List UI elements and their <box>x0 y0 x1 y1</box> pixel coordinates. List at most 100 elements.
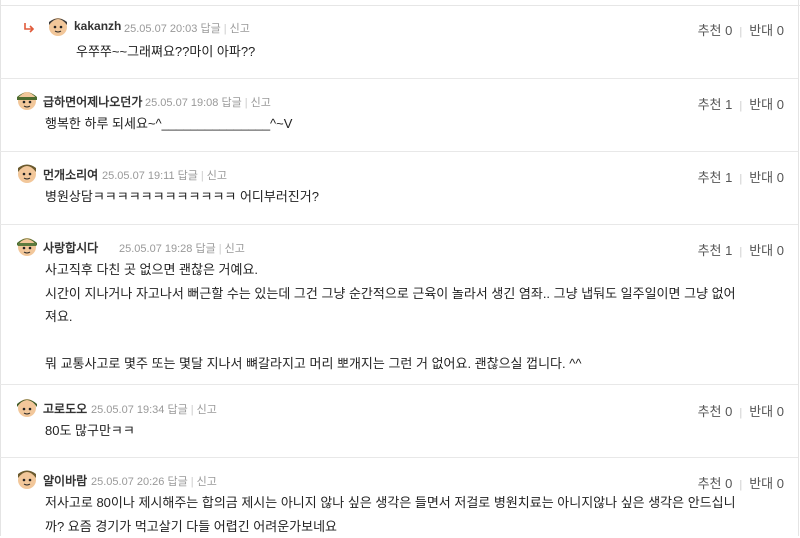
meta-divider: | <box>200 170 204 182</box>
meta-divider: | <box>190 476 194 488</box>
avatar <box>17 238 37 256</box>
upvote-count: 1 <box>725 170 733 185</box>
comment-author[interactable]: 급하면어제나오던가 <box>43 93 142 110</box>
avatar <box>17 92 37 110</box>
upvote-button[interactable]: 추천 1 <box>698 170 733 185</box>
reply-link[interactable]: 답글 <box>221 97 241 109</box>
downvote-label: 반대 <box>749 97 774 112</box>
comment-text: 사고직후 다친 곳 없으면 괜찮은 거예요. 시간이 지나거나 자고나서 뻐근할… <box>45 262 736 371</box>
report-link[interactable]: 신고 <box>197 404 217 416</box>
comment-divider <box>0 224 798 225</box>
upvote-button[interactable]: 추천 1 <box>698 243 733 258</box>
comment-author[interactable]: 얄이바람 <box>43 472 87 489</box>
comment-divider <box>0 384 798 385</box>
avatar <box>18 470 36 489</box>
vote-divider: | <box>739 407 743 419</box>
comment-item: 급하면어제나오던가 25.05.07 19:08 답글 | 신고 추천 1 | 반대 0… <box>0 88 798 150</box>
comment-divider <box>0 78 798 79</box>
downvote-label: 반대 <box>749 170 774 185</box>
comment-datetime: 25.05.07 19:11 <box>102 170 175 182</box>
avatar <box>17 399 37 417</box>
vote-divider: | <box>739 100 743 112</box>
report-link[interactable]: 신고 <box>251 97 271 109</box>
comment-author[interactable]: 먼개소리여 <box>43 166 98 183</box>
comment-author[interactable]: kakanzh <box>74 19 121 33</box>
report-link[interactable]: 신고 <box>197 476 217 488</box>
downvote-count: 0 <box>776 243 784 258</box>
meta-divider: | <box>190 404 194 416</box>
upvote-button[interactable]: 추천 0 <box>698 476 733 491</box>
downvote-button[interactable]: 반대 0 <box>749 97 784 112</box>
upvote-count: 1 <box>725 97 733 112</box>
comment-author[interactable]: 사랑합시다 <box>43 239 98 256</box>
report-link[interactable]: 신고 <box>207 170 227 182</box>
comment-meta: 25.05.07 20:26 답글 | 신고 <box>91 473 217 489</box>
downvote-button[interactable]: 반대 0 <box>749 23 784 38</box>
avatar <box>18 164 36 183</box>
meta-divider: | <box>223 23 227 35</box>
upvote-button[interactable]: 추천 0 <box>698 404 733 419</box>
reply-link[interactable]: 답글 <box>200 23 220 35</box>
comment-text: 저사고로 80이나 제시해주는 합의금 제시는 아니지 않나 싶은 생각은 들면… <box>45 495 736 534</box>
downvote-button[interactable]: 반대 0 <box>749 404 784 419</box>
comment-datetime: 25.05.07 19:08 <box>145 97 219 109</box>
reply-link[interactable]: 답글 <box>167 404 187 416</box>
downvote-count: 0 <box>776 97 784 112</box>
upvote-label: 추천 <box>697 404 722 419</box>
comment-item: 사랑합시다 25.05.07 19:28 답글 | 신고 추천 1 | 반대 0 사고직… <box>0 234 798 374</box>
comment-meta: 25.05.07 19:08 답글 | 신고 <box>145 94 271 110</box>
reply-link[interactable]: 답글 <box>178 170 198 182</box>
comment-datetime: 25.05.07 20:26 <box>91 476 165 488</box>
report-link[interactable]: 신고 <box>225 243 245 255</box>
avatar <box>49 18 67 36</box>
upvote-label: 추천 <box>697 476 722 491</box>
meta-divider: | <box>244 97 248 109</box>
upvote-label: 추천 <box>697 23 722 38</box>
report-link[interactable]: 신고 <box>230 23 250 35</box>
downvote-count: 0 <box>776 170 784 185</box>
vote-box: 추천 1 | 반대 0 <box>698 167 784 186</box>
comment-divider <box>0 457 798 458</box>
comment-meta: 25.05.07 19:28 답글 | 신고 <box>119 240 245 256</box>
upvote-label: 추천 <box>697 170 722 185</box>
upvote-label: 추천 <box>697 97 722 112</box>
upvote-count: 0 <box>725 23 733 38</box>
vote-box: 추천 0 | 반대 0 <box>698 473 784 492</box>
top-divider <box>0 5 800 6</box>
comment-author[interactable]: 고로도오 <box>43 400 87 417</box>
comment-datetime: 25.05.07 19:34 <box>91 404 165 416</box>
comment-item: 얄이바람 25.05.07 20:26 답글 | 신고 추천 0 | 반대 0 저사고로… <box>0 467 798 536</box>
right-border <box>798 0 799 536</box>
upvote-button[interactable]: 추천 1 <box>698 97 733 112</box>
comment-datetime: 25.05.07 19:28 <box>119 243 193 255</box>
vote-divider: | <box>739 479 743 491</box>
comment-meta: 25.05.07 20:03 답글 | 신고 <box>124 20 250 36</box>
downvote-count: 0 <box>776 23 784 38</box>
comment-meta: 25.05.07 19:34 답글 | 신고 <box>91 401 217 417</box>
vote-box: 추천 1 | 반대 0 <box>698 240 784 259</box>
downvote-label: 반대 <box>749 404 774 419</box>
comment-item: kakanzh 25.05.07 20:03 답글 | 신고 추천 0 | 반대 0 우… <box>0 14 798 76</box>
comment-text: 행복한 하루 되세요~^_______________^~V <box>45 116 293 131</box>
meta-divider: | <box>218 243 222 255</box>
vote-box: 추천 0 | 반대 0 <box>698 401 784 420</box>
upvote-button[interactable]: 추천 0 <box>698 23 733 38</box>
upvote-count: 1 <box>725 243 733 258</box>
downvote-label: 반대 <box>749 476 774 491</box>
reply-link[interactable]: 답글 <box>167 476 187 488</box>
comment-text: 병원상담ㅋㅋㅋㅋㅋㅋㅋㅋㅋㅋㅋㅋ 어디부러진거? <box>45 189 319 204</box>
downvote-button[interactable]: 반대 0 <box>749 476 784 491</box>
reply-link[interactable]: 답글 <box>195 243 215 255</box>
downvote-label: 반대 <box>749 243 774 258</box>
vote-box: 추천 0 | 반대 0 <box>698 20 784 39</box>
downvote-button[interactable]: 반대 0 <box>749 243 784 258</box>
reply-arrow-icon <box>24 23 35 33</box>
comment-item: 먼개소리여 25.05.07 19:11 답글 | 신고 추천 1 | 반대 0 병원상… <box>0 161 798 223</box>
vote-box: 추천 1 | 반대 0 <box>698 94 784 113</box>
vote-divider: | <box>739 26 743 38</box>
comment-list: kakanzh 25.05.07 20:03 답글 | 신고 추천 0 | 반대 0 우… <box>0 0 800 536</box>
downvote-button[interactable]: 반대 0 <box>749 170 784 185</box>
comment-divider <box>0 151 798 152</box>
upvote-count: 0 <box>725 404 733 419</box>
downvote-label: 반대 <box>749 23 774 38</box>
